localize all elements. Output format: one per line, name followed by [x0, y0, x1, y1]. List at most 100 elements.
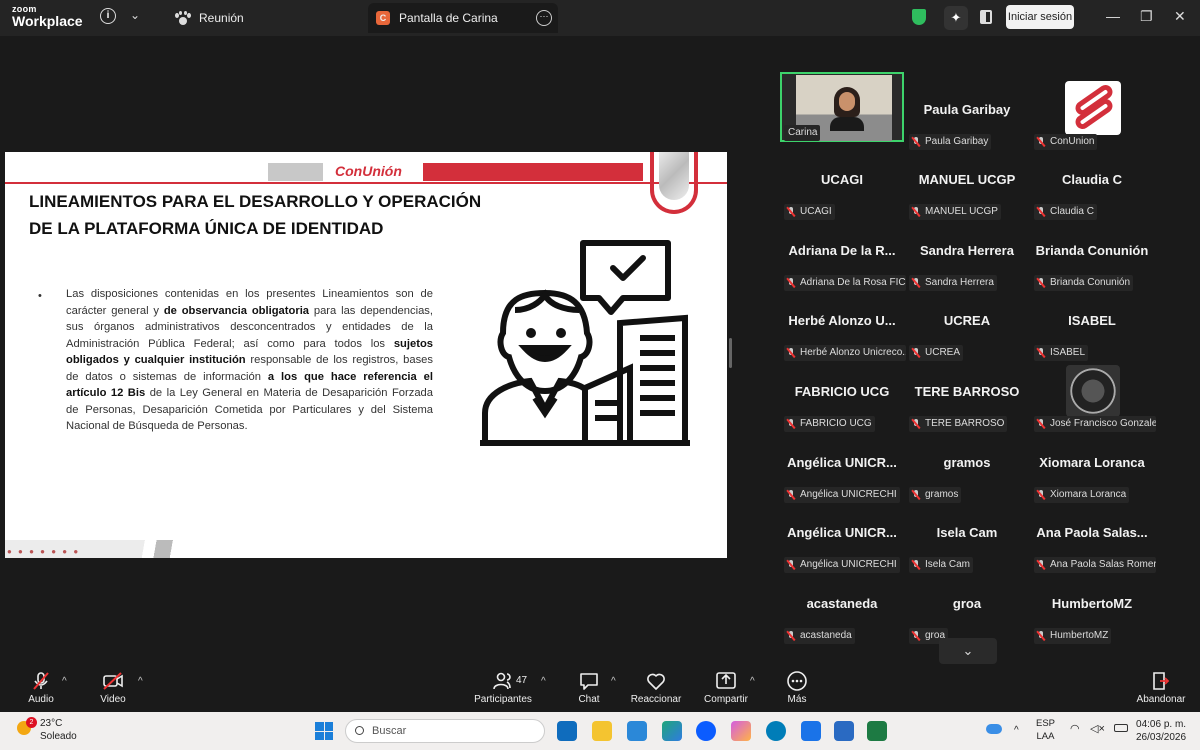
participant-tile[interactable]: gramos gramos — [905, 434, 1029, 504]
participant-tile-video[interactable]: Carina — [780, 72, 904, 142]
gallery-scroll-down-button[interactable]: ⌄ — [939, 638, 997, 664]
participant-name: TERE BARROSO — [914, 384, 1020, 399]
zoom-app-icon[interactable] — [696, 721, 716, 741]
participant-label: Herbé Alonzo Unicreco... — [784, 345, 906, 361]
zoom-window: zoom Workplace i ⌄ Reunión C Pantalla de… — [0, 0, 1200, 750]
store-app-icon[interactable] — [834, 721, 854, 741]
speech-bubble-check-icon — [580, 240, 671, 315]
muted-mic-icon — [912, 490, 920, 500]
file-explorer-icon[interactable] — [592, 721, 612, 741]
leave-label: Abandonar — [1136, 694, 1186, 705]
tab-meeting-label: Reunión — [199, 11, 244, 25]
official-approval-illustration — [480, 240, 690, 446]
tab-shared-screen[interactable]: C Pantalla de Carina ··· — [368, 3, 558, 33]
participant-tile[interactable]: Herbé Alonzo U... Herbé Alonzo Unicreco.… — [780, 292, 906, 362]
wifi-icon[interactable]: ◠ — [1070, 723, 1080, 736]
clock-date: 26/03/2026 — [1136, 732, 1187, 743]
participant-tile[interactable]: FABRICIO UCG FABRICIO UCG — [780, 363, 904, 433]
more-button[interactable]: Más — [757, 670, 837, 705]
audio-options-caret[interactable]: ^ — [62, 676, 67, 687]
excel-app-icon[interactable] — [867, 721, 887, 741]
person-icon — [482, 289, 593, 443]
sign-in-button[interactable]: Iniciar sesión — [1006, 5, 1074, 29]
participant-tile[interactable]: Brianda Conunión Brianda Conunión — [1030, 222, 1154, 292]
tray-overflow-caret[interactable]: ^ — [1014, 724, 1019, 737]
layout-splitter-handle[interactable] — [729, 338, 732, 368]
participant-tile[interactable]: Sandra Herrera Sandra Herrera — [905, 222, 1029, 292]
copilot-app-icon[interactable] — [731, 721, 751, 741]
dell-app-icon[interactable] — [766, 721, 786, 741]
participant-name: UCAGI — [821, 172, 863, 187]
battery-icon[interactable] — [1114, 724, 1128, 732]
keyboard-layout: LAA — [1036, 731, 1055, 742]
shared-slide: ConUnión LINEAMIENTOS PARA EL DESARROLLO… — [5, 152, 727, 558]
participant-tile[interactable]: groa groa — [905, 575, 1029, 645]
logo-line-2: Workplace — [12, 13, 83, 29]
participant-tile[interactable]: HumbertoMZ HumbertoMZ — [1030, 575, 1154, 645]
minimize-icon[interactable]: — — [1106, 8, 1120, 24]
chevron-down-icon[interactable]: ⌄ — [130, 8, 140, 22]
participant-tile[interactable]: Ana Paola Salas... Ana Paola Salas Romer… — [1030, 504, 1156, 574]
language-indicator[interactable]: ESP LAA — [1036, 717, 1055, 743]
participant-tile[interactable]: José Francisco Gonzalez — [1030, 363, 1156, 433]
audio-button[interactable]: Audio — [1, 670, 81, 705]
more-options-icon[interactable]: ··· — [536, 10, 552, 26]
muted-mic-icon — [912, 278, 920, 288]
slide-body-text: Las disposiciones contenidas en los pres… — [66, 286, 433, 435]
react-button[interactable]: Reaccionar — [616, 670, 696, 705]
share-options-caret[interactable]: ^ — [750, 676, 755, 687]
close-icon[interactable]: ✕ — [1174, 8, 1186, 25]
muted-mic-icon — [912, 207, 920, 217]
edge-browser-icon[interactable] — [662, 721, 682, 741]
participant-tile[interactable]: UCREA UCREA — [905, 292, 1029, 362]
muted-mic-icon — [1037, 560, 1045, 570]
participant-label: Angélica UNICRECHI — [784, 557, 900, 573]
participant-label: MANUEL UCGP — [909, 204, 1001, 220]
weather-widget[interactable]: 23°C Soleado — [40, 717, 77, 743]
participant-tile[interactable]: ISABEL ISABEL — [1030, 292, 1154, 362]
participant-tile[interactable]: Xiomara Loranca Xiomara Loranca — [1030, 434, 1154, 504]
participants-count: 47 — [516, 675, 528, 686]
participant-label: Brianda Conunión — [1034, 275, 1134, 291]
participant-tile[interactable]: MANUEL UCGP MANUEL UCGP — [905, 151, 1029, 221]
chat-options-caret[interactable]: ^ — [611, 676, 616, 687]
participant-tile[interactable]: Claudia C Claudia C — [1030, 151, 1154, 221]
meeting-info-icon[interactable]: i — [100, 8, 116, 24]
windows-start-icon[interactable] — [315, 722, 333, 740]
speaker-muted-icon[interactable]: ◁× — [1090, 723, 1105, 736]
participants-button[interactable]: Participantes — [463, 670, 543, 705]
taskbar-search-box[interactable]: Buscar — [345, 719, 545, 743]
maps-app-icon[interactable] — [627, 721, 647, 741]
muted-mic-icon — [912, 560, 920, 570]
slide-nav-controls[interactable]: ● ● ● ● ● ● ● — [7, 547, 80, 556]
muted-mic-icon — [787, 207, 795, 217]
tab-meeting[interactable]: Reunión — [165, 0, 254, 36]
outlook-app-icon[interactable] — [557, 721, 577, 741]
participants-options-caret[interactable]: ^ — [541, 676, 546, 687]
participant-tile[interactable]: Adriana De la R... Adriana De la Rosa FI… — [780, 222, 906, 292]
participant-tile[interactable]: TERE BARROSO TERE BARROSO — [905, 363, 1029, 433]
taskbar-clock[interactable]: 04:06 p. m. 26/03/2026 — [1136, 718, 1186, 744]
participant-tile[interactable]: UCAGI UCAGI — [780, 151, 904, 221]
muted-mic-icon — [1037, 631, 1045, 641]
participant-name: Ana Paola Salas... — [1036, 525, 1148, 540]
encryption-shield-icon[interactable] — [912, 9, 926, 25]
participant-label: TERE BARROSO — [909, 416, 1008, 432]
ai-companion-icon[interactable]: ✦ — [944, 6, 968, 30]
participant-tile[interactable]: Angélica UNICR... Angélica UNICRECHI — [780, 434, 904, 504]
muted-mic-icon — [787, 348, 795, 358]
audio-label: Audio — [28, 694, 54, 705]
participant-tile[interactable]: Isela Cam Isela Cam — [905, 504, 1029, 574]
onedrive-icon[interactable] — [986, 724, 1002, 734]
participant-tile[interactable]: Angélica UNICR... Angélica UNICRECHI — [780, 504, 904, 574]
participant-tile[interactable]: Paula Garibay Paula Garibay — [905, 81, 1029, 151]
video-options-caret[interactable]: ^ — [138, 676, 143, 687]
participant-label: Angélica UNICRECHI — [784, 487, 900, 503]
restore-icon[interactable]: ❐ — [1140, 8, 1153, 25]
leave-button[interactable]: Abandonar — [1121, 670, 1200, 705]
mail-app-icon[interactable] — [801, 721, 821, 741]
participant-tile[interactable]: ConUnion — [1030, 81, 1154, 151]
participant-tile[interactable]: acastaneda acastaneda — [780, 575, 904, 645]
side-panel-icon[interactable] — [980, 10, 992, 24]
chevron-down-icon: ⌄ — [962, 643, 974, 658]
